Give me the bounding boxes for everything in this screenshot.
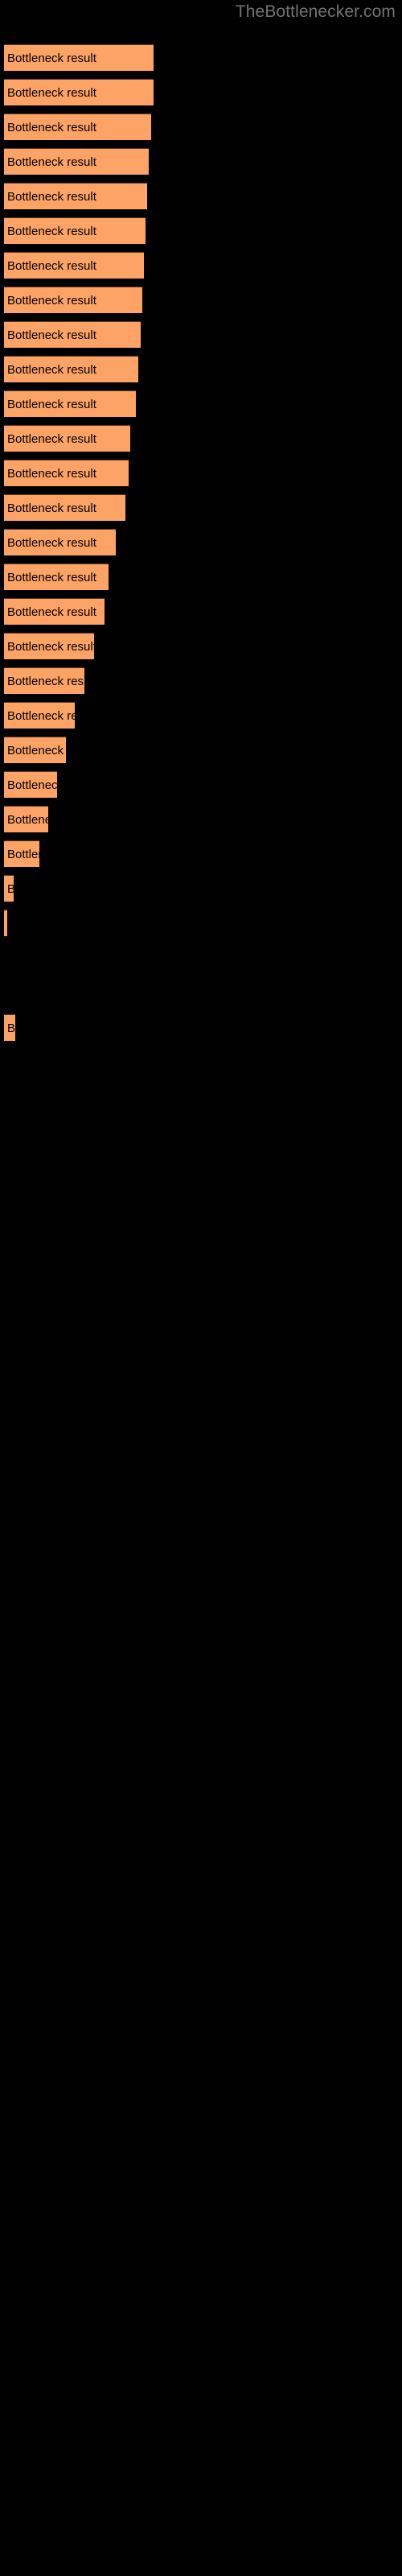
bottleneck-result-bar[interactable]: Bottleneck result <box>4 564 109 590</box>
bar-label: Bottleneck result <box>7 363 96 377</box>
bar-label: Bottleneck result <box>7 848 39 861</box>
bottleneck-result-bar[interactable]: Bottleneck result <box>4 148 149 175</box>
bottleneck-result-bar[interactable]: Bottleneck result <box>4 425 130 452</box>
bottleneck-result-bar[interactable]: Bottleneck result <box>4 114 151 140</box>
bar-label: Bottleneck result <box>7 536 96 550</box>
bar-label: Bottleneck result <box>7 709 75 723</box>
bar-label: Bottleneck result <box>7 86 96 100</box>
bar-label: Bottleneck result <box>7 52 96 65</box>
bottleneck-result-bar[interactable]: Bottleneck result <box>4 633 94 659</box>
bar-label: Bottleneck result <box>7 571 96 584</box>
bottleneck-result-bar[interactable]: Bottleneck result <box>4 910 7 936</box>
bottleneck-result-bar[interactable]: Bottleneck result <box>4 1014 15 1041</box>
bar-label: Bottleneck result <box>7 876 14 902</box>
bottleneck-result-bar[interactable]: Bottleneck result <box>4 217 146 244</box>
bottleneck-result-bar[interactable]: Bottleneck result <box>4 356 138 382</box>
bottleneck-result-bar[interactable]: Bottleneck result <box>4 494 125 521</box>
bar-label: Bottleneck result <box>7 605 96 619</box>
bar-label: Bottleneck result <box>7 813 48 827</box>
bar-label: Bottleneck result <box>7 640 94 654</box>
bottleneck-result-bar[interactable]: Bottleneck result <box>4 737 66 763</box>
bottleneck-result-bar[interactable]: Bottleneck result <box>4 252 144 279</box>
bottleneck-result-bar[interactable]: Bottleneck result <box>4 44 154 71</box>
bottleneck-result-bar[interactable]: Bottleneck result <box>4 667 84 694</box>
bar-label: Bottleneck result <box>7 432 96 446</box>
bar-label: Bottleneck result <box>7 259 96 273</box>
bar-label: Bottleneck result <box>7 1022 15 1035</box>
bar-label: Bottleneck result <box>7 121 96 134</box>
bottleneck-result-bar[interactable]: Bottleneck result <box>4 806 48 832</box>
bottleneck-result-bar[interactable]: Bottleneck result <box>4 390 136 417</box>
bottleneck-result-bar[interactable]: Bottleneck result <box>4 287 142 313</box>
bar-label: Bottleneck result <box>7 328 96 342</box>
bottleneck-result-bar[interactable]: Bottleneck result <box>4 460 129 486</box>
bottleneck-result-bar[interactable]: Bottleneck result <box>4 875 14 902</box>
bottleneck-bar-chart: Bottleneck result Bottleneck result Bottle… <box>0 0 402 2576</box>
bar-label: Bottleneck result <box>7 225 96 238</box>
bar-label: Bottleneck result <box>7 155 96 169</box>
bottleneck-result-bar[interactable]: Bottleneck result <box>4 79 154 105</box>
bar-label: Bottleneck result <box>7 778 57 792</box>
bar-label: Bottleneck result <box>7 398 96 411</box>
bottleneck-result-bar[interactable]: Bottleneck result <box>4 840 39 867</box>
bottleneck-result-bar[interactable]: Bottleneck result <box>4 183 147 209</box>
bottleneck-result-bar[interactable]: Bottleneck result <box>4 771 57 798</box>
bar-label: Bottleneck result <box>7 294 96 308</box>
bar-label: Bottleneck result <box>7 744 66 758</box>
bar-label: Bottleneck result <box>7 675 84 688</box>
bottleneck-result-bar[interactable]: Bottleneck result <box>4 321 141 348</box>
bottleneck-result-bar[interactable]: Bottleneck result <box>4 529 116 555</box>
bar-label: Bottleneck result <box>7 502 96 515</box>
bottleneck-result-bar[interactable]: Bottleneck result <box>4 598 105 625</box>
bar-label: Bottleneck result <box>7 190 96 204</box>
bar-label: Bottleneck result <box>7 467 96 481</box>
bottleneck-result-bar[interactable]: Bottleneck result <box>4 702 75 729</box>
